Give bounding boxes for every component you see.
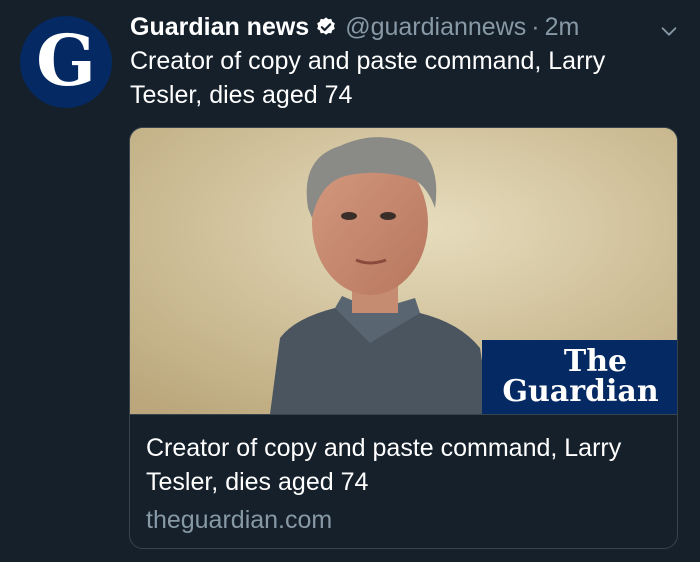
avatar-letter: G (36, 19, 96, 102)
chevron-down-icon[interactable] (658, 20, 680, 42)
timestamp[interactable]: 2m (545, 10, 580, 44)
tweet-text: Creator of copy and paste command, Larry… (130, 47, 606, 109)
guardian-brand-logo: The Guardian (482, 340, 677, 414)
tweet-header: Guardian news @guardiannews · 2m (130, 10, 650, 44)
verified-badge-icon (317, 17, 336, 35)
card-domain: theguardian.com (146, 506, 333, 534)
separator-dot: · (531, 13, 540, 41)
card-body: Creator of copy and paste command, Larry… (130, 414, 677, 548)
card-title: Creator of copy and paste command, Larry… (146, 434, 622, 496)
brand-line-2: Guardian (502, 374, 659, 409)
card-image: The Guardian (130, 128, 677, 414)
avatar[interactable]: G (20, 16, 112, 108)
handle[interactable]: @guardiannews (345, 10, 526, 44)
link-card[interactable]: The Guardian Creator of copy and paste c… (129, 127, 678, 549)
display-name[interactable]: Guardian news (130, 10, 309, 44)
brand-line-1: The (563, 344, 628, 379)
